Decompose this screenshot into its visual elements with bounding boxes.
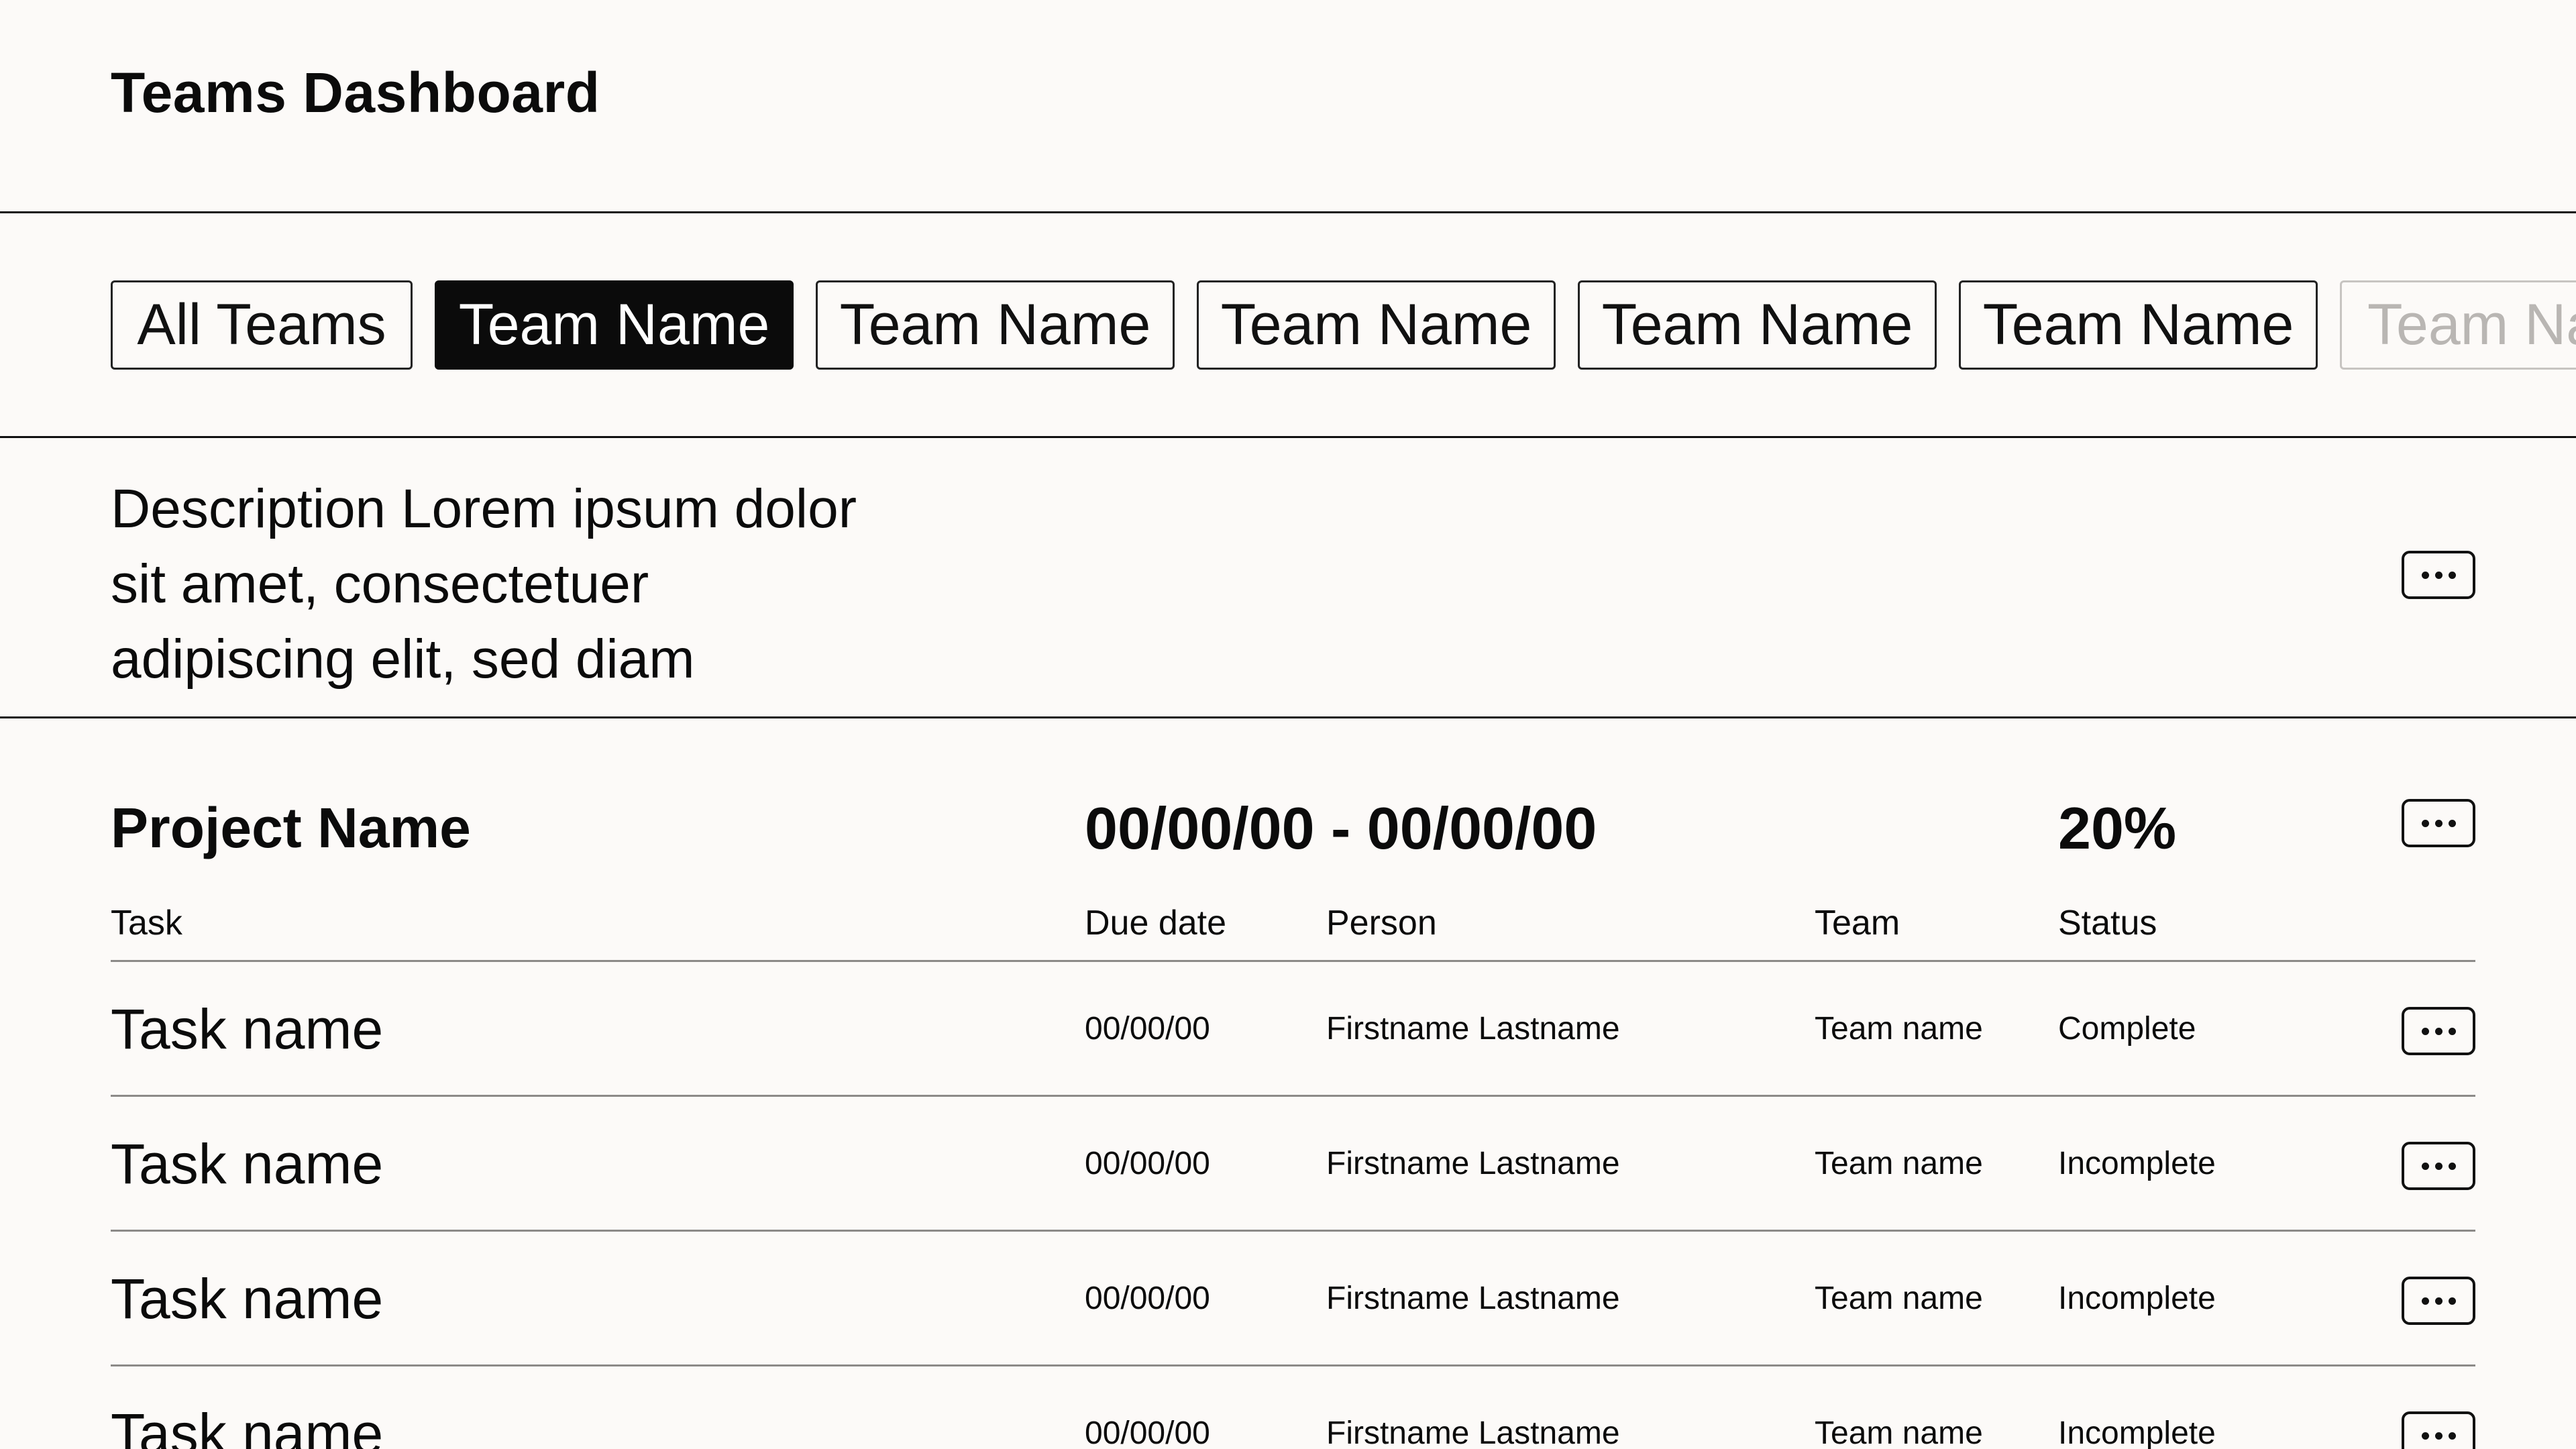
table-row[interactable]: Task name 00/00/00 Firstname Lastname Te… xyxy=(111,1097,2475,1232)
column-header-team: Team xyxy=(1815,904,1900,943)
description-more-button[interactable] xyxy=(2402,551,2475,599)
more-horizontal-icon xyxy=(2421,1297,2456,1305)
more-horizontal-icon xyxy=(2421,571,2456,579)
team-tabs-bar: All Teams Team Name Team Name Team Name Team… xyxy=(0,213,2576,438)
task-status: Incomplete xyxy=(2058,1146,2216,1181)
task-person: Firstname Lastname xyxy=(1326,1281,1620,1316)
column-header-task: Task xyxy=(111,904,182,943)
task-status: Incomplete xyxy=(2058,1281,2216,1316)
tab-team-5[interactable]: Team Name xyxy=(1959,280,2318,370)
tab-team-4[interactable]: Team Name xyxy=(1578,280,1937,370)
task-due-date: 00/00/00 xyxy=(1085,1281,1210,1316)
team-description: Description Lorem ipsum dolor sit amet, … xyxy=(111,478,857,690)
task-team: Team name xyxy=(1815,1146,1983,1181)
column-header-due-date: Due date xyxy=(1085,904,1227,943)
task-status: Incomplete xyxy=(2058,1415,2216,1449)
team-description-section: Description Lorem ipsum dolor sit amet, … xyxy=(0,438,2576,718)
task-table-header: Task Due date Person Team Status xyxy=(111,903,2475,962)
row-more-button[interactable] xyxy=(2402,1411,2475,1449)
task-person: Firstname Lastname xyxy=(1326,1415,1620,1449)
task-team: Team name xyxy=(1815,1281,1983,1316)
more-horizontal-icon xyxy=(2421,1027,2456,1035)
row-more-button[interactable] xyxy=(2402,1007,2475,1055)
table-row[interactable]: Task name 00/00/00 Firstname Lastname Te… xyxy=(111,962,2475,1097)
row-more-button[interactable] xyxy=(2402,1277,2475,1325)
task-due-date: 00/00/00 xyxy=(1085,1146,1210,1181)
project-name: Project Name xyxy=(111,796,471,859)
column-header-status: Status xyxy=(2058,904,2157,943)
task-team: Team name xyxy=(1815,1011,1983,1046)
column-header-person: Person xyxy=(1326,904,1437,943)
project-section: Project Name 00/00/00 - 00/00/00 20% Tas… xyxy=(111,718,2475,1449)
project-progress: 20% xyxy=(2058,795,2177,861)
project-more-button[interactable] xyxy=(2402,799,2475,847)
tab-team-6[interactable]: Team Name xyxy=(2340,280,2576,370)
more-horizontal-icon xyxy=(2421,1162,2456,1170)
task-table-body: Task name 00/00/00 Firstname Lastname Te… xyxy=(111,962,2475,1449)
task-status: Complete xyxy=(2058,1011,2196,1046)
more-horizontal-icon xyxy=(2421,1432,2456,1440)
task-person: Firstname Lastname xyxy=(1326,1011,1620,1046)
task-name: Task name xyxy=(111,1402,384,1449)
row-more-button[interactable] xyxy=(2402,1142,2475,1190)
task-name: Task name xyxy=(111,1267,384,1330)
tab-team-3[interactable]: Team Name xyxy=(1197,280,1556,370)
task-due-date: 00/00/00 xyxy=(1085,1415,1210,1449)
project-dates: 00/00/00 - 00/00/00 xyxy=(1085,795,1597,861)
header: Teams Dashboard xyxy=(0,0,2576,213)
table-row[interactable]: Task name 00/00/00 Firstname Lastname Te… xyxy=(111,1232,2475,1366)
task-name: Task name xyxy=(111,1132,384,1195)
task-due-date: 00/00/00 xyxy=(1085,1011,1210,1046)
task-team: Team name xyxy=(1815,1415,1983,1449)
task-person: Firstname Lastname xyxy=(1326,1146,1620,1181)
page-title: Teams Dashboard xyxy=(111,61,600,124)
team-tabs: All Teams Team Name Team Name Team Name Team… xyxy=(111,280,2576,370)
tab-team-2[interactable]: Team Name xyxy=(816,280,1175,370)
tab-team-1[interactable]: Team Name xyxy=(435,280,794,370)
tab-all-teams[interactable]: All Teams xyxy=(111,280,413,370)
table-row[interactable]: Task name 00/00/00 Firstname Lastname Te… xyxy=(111,1366,2475,1449)
task-name: Task name xyxy=(111,998,384,1061)
more-horizontal-icon xyxy=(2421,819,2456,827)
